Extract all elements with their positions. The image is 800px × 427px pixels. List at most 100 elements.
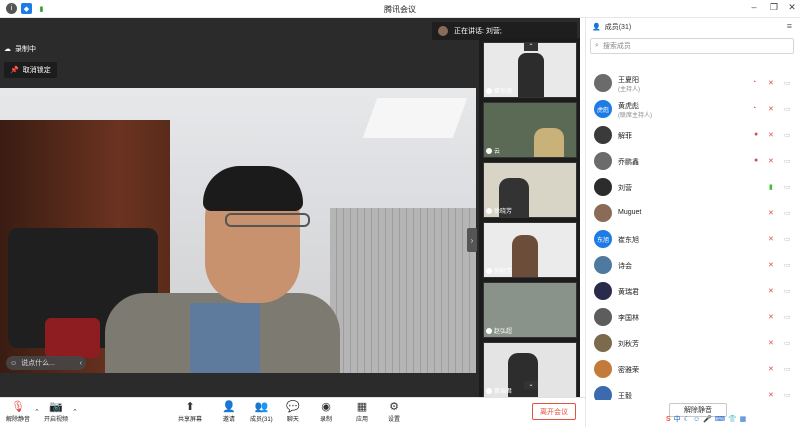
- recording-dot-icon[interactable]: ●: [754, 157, 758, 164]
- members-icon: 👤: [592, 24, 601, 31]
- mic-icon: [486, 87, 492, 94]
- member-row[interactable]: 东旭 崔东旭 ✕ ▭: [586, 226, 800, 252]
- camera-off-icon: 📷: [49, 401, 63, 413]
- thumbnail-name-label: 云: [486, 146, 500, 155]
- camera-off-icon[interactable]: ▭: [784, 131, 791, 139]
- thumbnail-tile[interactable]: ⌄ 黄瑞君: [483, 342, 577, 398]
- mic-muted-icon[interactable]: ✕: [768, 339, 774, 347]
- avatar: [594, 204, 612, 222]
- mic-muted-icon[interactable]: ✕: [768, 313, 774, 321]
- member-name: 李国林: [618, 315, 639, 322]
- camera-off-icon[interactable]: ▭: [784, 105, 791, 113]
- apps-button[interactable]: ▦ 应用: [356, 400, 368, 423]
- chevron-left-icon[interactable]: ‹: [80, 360, 82, 367]
- member-row[interactable]: 刘秋芳 ✕ ▭: [586, 330, 800, 356]
- mic-muted-icon[interactable]: ✕: [768, 365, 774, 373]
- mic-muted-icon[interactable]: ✕: [768, 209, 774, 217]
- chat-placeholder: 说点什么...: [21, 360, 55, 367]
- scroll-up-arrow[interactable]: ⌃: [524, 43, 538, 51]
- camera-off-icon[interactable]: ▭: [784, 391, 791, 399]
- share-screen-button[interactable]: ⬆ 共享屏幕: [178, 400, 202, 423]
- start-video-button[interactable]: 📷 开启视频: [44, 400, 68, 423]
- unlock-button[interactable]: 📌 取消锁定: [4, 62, 57, 78]
- chevron-up-icon[interactable]: ⌃: [34, 408, 40, 416]
- member-row[interactable]: 王夏阳 (主持人) ◔ ✕ ▭: [586, 70, 800, 96]
- ime-toolbar: S 中 ☾ ☺ 🎤 ⌨ 👕 ▦: [666, 413, 800, 425]
- panel-title: 成员(31): [604, 24, 632, 31]
- mic-muted-icon[interactable]: ✕: [768, 235, 774, 243]
- camera-off-icon[interactable]: ▭: [784, 235, 791, 243]
- avatar: [594, 334, 612, 352]
- thumbnail-tile[interactable]: 徐晓芳: [483, 162, 577, 218]
- member-name: 刘营: [618, 185, 632, 192]
- camera-off-icon[interactable]: ▭: [784, 313, 791, 321]
- search-input[interactable]: ⌕ 搜索成员: [590, 38, 794, 54]
- recording-dot-icon[interactable]: ●: [754, 131, 758, 138]
- settings-button[interactable]: ⚙ 设置: [388, 400, 400, 423]
- member-name: Muguet: [618, 209, 642, 216]
- minimize-button[interactable]: –: [746, 2, 762, 12]
- camera-off-icon[interactable]: ▭: [784, 183, 791, 191]
- keyboard-icon: ⌨: [714, 416, 725, 423]
- mic-muted-icon[interactable]: ✕: [768, 105, 774, 113]
- search-icon: ⌕: [595, 42, 599, 49]
- mic-muted-icon[interactable]: ✕: [768, 391, 774, 399]
- camera-off-icon[interactable]: ▭: [784, 157, 791, 165]
- mic-muted-icon[interactable]: ✕: [768, 157, 774, 165]
- mic-muted-icon[interactable]: ✕: [768, 287, 774, 295]
- camera-off-icon[interactable]: ▭: [784, 261, 791, 269]
- member-row[interactable]: Muguet ✕ ▭: [586, 200, 800, 226]
- thumbnail-tile[interactable]: 刘秋芳: [483, 222, 577, 278]
- maximize-button[interactable]: ❐: [766, 2, 782, 13]
- screen-share-icon[interactable]: ◔: [752, 105, 756, 112]
- record-button[interactable]: ◉ 录制: [320, 400, 332, 423]
- camera-off-icon[interactable]: ▭: [784, 209, 791, 217]
- search-placeholder: 搜索成员: [602, 43, 631, 50]
- thumbnail-name-label: 刘秋芳: [486, 266, 512, 275]
- member-row[interactable]: 刘营 ▮ ▭: [586, 174, 800, 200]
- camera-off-icon[interactable]: ▭: [784, 365, 791, 373]
- close-button[interactable]: ✕: [784, 2, 800, 13]
- camera-off-icon[interactable]: ▭: [784, 339, 791, 347]
- shirt-icon: 👕: [727, 416, 737, 423]
- chat-button[interactable]: 💬 聊天: [286, 400, 300, 423]
- thumbnail-tile[interactable]: 赵弘超: [483, 282, 577, 338]
- leave-meeting-button[interactable]: 离开会议: [532, 403, 576, 420]
- unlock-label: 取消锁定: [22, 67, 51, 74]
- camera-off-icon[interactable]: ▭: [784, 79, 791, 87]
- member-row[interactable]: 密雅荣 ✕ ▭: [586, 356, 800, 382]
- scroll-down-arrow[interactable]: ⌄: [524, 381, 538, 389]
- mic-muted-icon[interactable]: ✕: [768, 79, 774, 87]
- members-button[interactable]: 👥 成员(31): [250, 400, 273, 423]
- menu-icon[interactable]: ≡: [787, 21, 792, 31]
- member-row[interactable]: 诗会 ✕ ▭: [586, 252, 800, 278]
- collapse-thumbnails-button[interactable]: ›: [467, 228, 477, 252]
- mic-muted-icon[interactable]: ✕: [768, 131, 774, 139]
- thumbnail-tile[interactable]: 云: [483, 102, 577, 158]
- cloud-icon: ☁: [4, 46, 11, 53]
- member-row[interactable]: 解菲 ● ✕ ▭: [586, 122, 800, 148]
- thumbnail-tile[interactable]: ⌃ 崔东旭: [483, 42, 577, 98]
- invite-button[interactable]: 👤 邀请: [222, 400, 236, 423]
- main-video[interactable]: [0, 88, 476, 373]
- speaker-hair: [203, 166, 303, 211]
- mic-active-icon[interactable]: ▮: [769, 183, 773, 191]
- member-name: 崔东旭: [618, 237, 639, 244]
- camera-off-icon[interactable]: ▭: [784, 287, 791, 295]
- thumbnail-name-label: 黄瑞君: [486, 386, 512, 395]
- members-panel: 👤 成员(31) ≡ ⌕ 搜索成员 王夏阳 (主持人) ◔ ✕ ▭ 虎彪 黄虎彪 (联席主持人…: [585, 18, 800, 427]
- member-row[interactable]: 黄瑞君 ✕ ▭: [586, 278, 800, 304]
- gear-icon: ⚙: [389, 401, 399, 413]
- smile-icon: ☺: [692, 415, 701, 423]
- chevron-up-icon[interactable]: ⌃: [72, 408, 78, 416]
- member-row[interactable]: 李国林 ✕ ▭: [586, 304, 800, 330]
- screen-share-icon[interactable]: ◔: [752, 79, 756, 86]
- mic-muted-icon[interactable]: ✕: [768, 261, 774, 269]
- member-row[interactable]: 虎彪 黄虎彪 (联席主持人) ◔ ✕ ▭: [586, 96, 800, 122]
- unmute-button[interactable]: 🎙 解除静音: [6, 400, 30, 423]
- ime-mode-label: 中: [673, 416, 681, 423]
- member-row[interactable]: 乔鹏鑫 ● ✕ ▭: [586, 148, 800, 174]
- speaking-label: 正在讲话: 刘营;: [454, 28, 502, 35]
- chat-input-bar[interactable]: ☺ 说点什么... ‹: [6, 356, 86, 370]
- avatar: [594, 178, 612, 196]
